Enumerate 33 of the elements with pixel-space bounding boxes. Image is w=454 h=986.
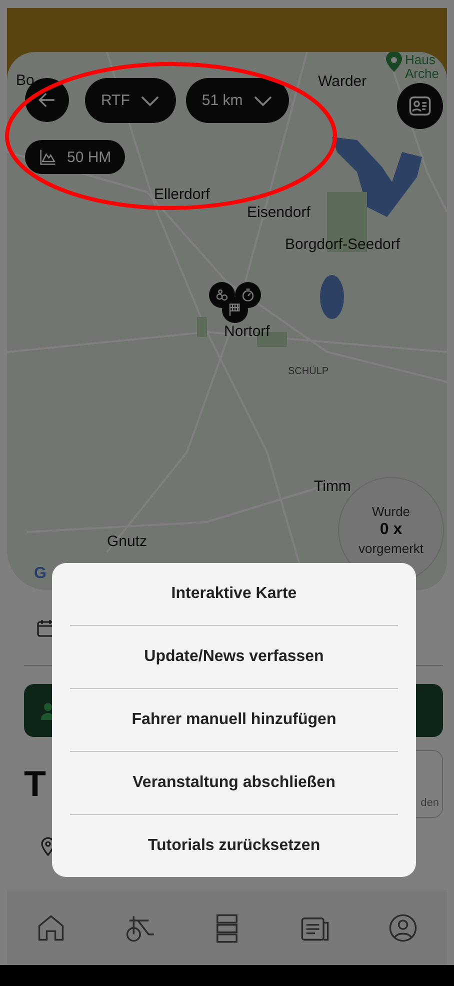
lake [320, 275, 344, 319]
event-title: T [24, 763, 46, 805]
contact-card-button[interactable] [397, 83, 443, 129]
finish-marker-icon[interactable] [222, 297, 248, 323]
place-label: Gnutz [107, 533, 148, 551]
chevron-down-icon [252, 94, 273, 106]
badge-label: Wurde [372, 504, 410, 519]
elevation-chart-icon [39, 148, 57, 166]
place-label: Arche [405, 67, 439, 81]
menu-item[interactable]: Update/News verfassen [70, 626, 398, 689]
dropdown-button[interactable]: 51 km [186, 78, 289, 123]
menu-item[interactable]: Interaktive Karte [70, 563, 398, 626]
badge-label: vorgemerkt [358, 541, 424, 556]
chevron-down-icon [140, 94, 160, 106]
profile-icon [387, 912, 419, 944]
place-label: Haus [405, 53, 436, 67]
place-label: Nortorf [224, 323, 270, 341]
place-label: Ellerdorf [154, 186, 210, 204]
place-label: Bo [16, 72, 34, 90]
district-label: SCHÜLP [288, 364, 329, 379]
bookmark-count: 0 x [380, 521, 402, 539]
elevation-button[interactable]: 50 HM [25, 140, 126, 174]
place-label: Eisendorf [247, 204, 310, 222]
dropdown-button[interactable]: RTF [85, 78, 176, 123]
menu-item[interactable]: Tutorials zurücksetzen [70, 815, 398, 877]
card-label: den [420, 797, 439, 809]
map-logo: G [34, 565, 46, 583]
menu-item[interactable]: Fahrer manuell hinzufügen [70, 689, 398, 752]
menu-item[interactable]: Veranstaltung abschließen [70, 752, 398, 815]
place-label: Borgdorf-Seedorf [285, 236, 400, 254]
place-label: Warder [318, 73, 367, 91]
park [197, 317, 207, 337]
place-label: Timm [314, 478, 351, 496]
